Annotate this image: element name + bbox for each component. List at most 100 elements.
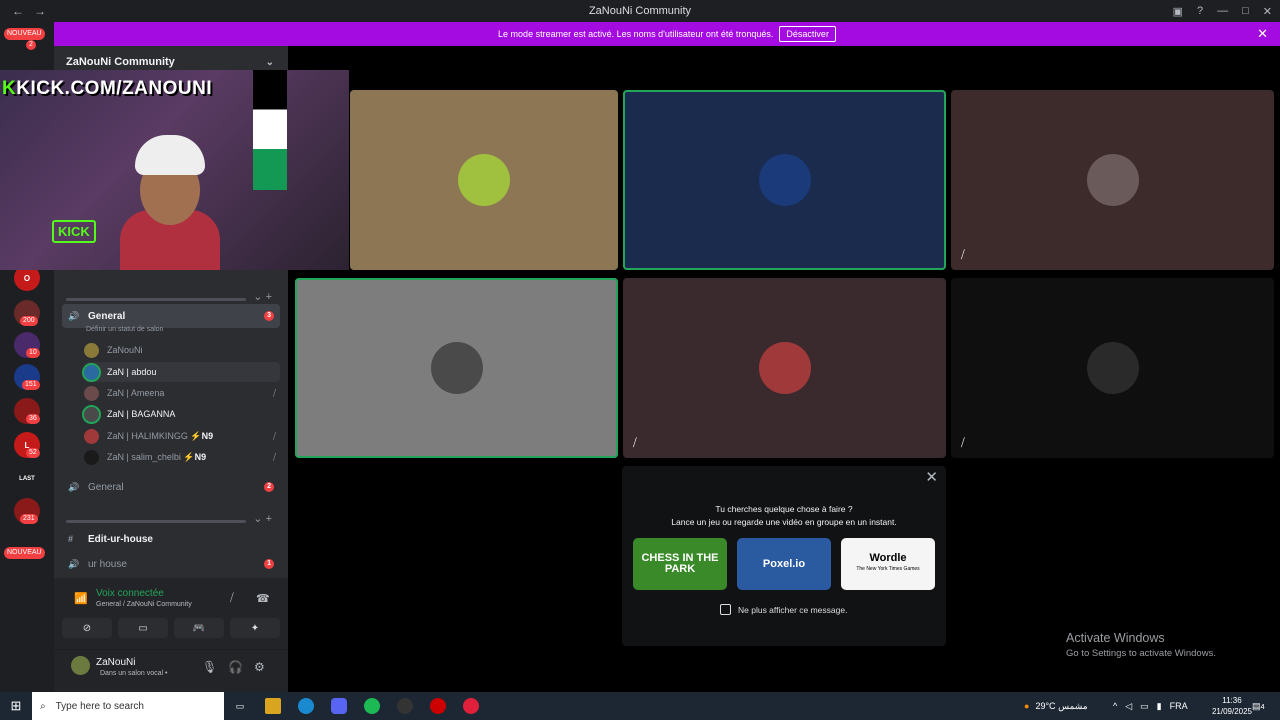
dont-show-checkbox[interactable]: Ne plus afficher ce message. (720, 604, 847, 615)
game-poxel[interactable]: Poxel.io (737, 538, 831, 590)
server-badge: 151 (22, 380, 40, 390)
checkbox[interactable] (720, 604, 731, 615)
taskbar-search[interactable]: ⌕ Type here to search (32, 692, 224, 720)
channel-status[interactable]: Définir un statut de salon (86, 326, 163, 333)
add-channel-icon[interactable]: ⌄ + (253, 290, 272, 303)
voice-user[interactable]: ZaNouNi (84, 340, 280, 360)
voice-connected-label[interactable]: Voix connectée (96, 588, 164, 599)
forward-button[interactable]: → (34, 4, 46, 18)
headphones-icon[interactable]: 🎧 (228, 660, 243, 674)
network-icon[interactable]: ▭ (1140, 701, 1149, 712)
server-badge: 200 (20, 316, 38, 326)
voice-channel-general[interactable]: 🔊 General 3 (62, 304, 280, 328)
kick-overlay: KKICK.COM/ZANOUNI (2, 78, 213, 99)
chevron-up-icon[interactable]: ^ (1113, 701, 1117, 711)
voice-location[interactable]: General / ZaNouNi Community (96, 601, 192, 608)
avatar[interactable] (71, 656, 90, 675)
speaker-icon[interactable]: ◁ (1125, 701, 1132, 712)
video-tile[interactable] (350, 90, 618, 270)
avatar (1086, 342, 1139, 394)
user-panel: ZaNouNi Dans un salon vocal • 🎙 🎧 ⚙ (54, 650, 288, 692)
muted-icon: ⧸ (272, 430, 276, 441)
taskbar: ⊞ ⌕ Type here to search ▭ ● 29°C مشمس ^ … (0, 692, 1280, 720)
person-cap (135, 135, 205, 175)
channel-count: 1 (264, 559, 274, 569)
disable-streamer-button[interactable]: Désactiver (779, 26, 836, 42)
windows-start-icon[interactable]: ⊞ (0, 698, 32, 714)
video-tile[interactable]: ⧸ (623, 278, 946, 458)
activity-button[interactable]: 🎮 (174, 618, 224, 638)
voice-user[interactable]: ZaN | BAGANNA (82, 404, 280, 424)
voice-user[interactable]: ZaN | Ameena ⧸ (84, 383, 280, 403)
muted-icon: ⧸ (633, 437, 637, 449)
voice-user[interactable]: ZaN | HALIMKINGG ⚡N9 ⧸ (84, 426, 280, 446)
noise-suppression-icon[interactable]: ⧸ (230, 592, 234, 605)
task-view-icon[interactable]: ▭ (232, 698, 248, 714)
muted-icon: ⧸ (961, 249, 965, 261)
app-icon[interactable] (397, 698, 413, 714)
category-header[interactable]: ⌄ + (66, 512, 276, 527)
disconnect-icon[interactable]: ☎ (256, 592, 270, 605)
clock[interactable]: 11:36 21/09/2025 (1212, 695, 1252, 717)
weather-widget[interactable]: ● 29°C مشمس (1024, 692, 1088, 720)
avatar (430, 342, 483, 394)
microphone-icon[interactable]: ▮ (1157, 701, 1162, 712)
app-icon[interactable] (430, 698, 446, 714)
close-icon[interactable]: ✕ (925, 468, 938, 486)
system-tray: ^ ◁ ▭ ▮ FRA (1113, 692, 1188, 720)
avatar (758, 342, 811, 394)
server-icon[interactable]: LAST (14, 466, 40, 492)
discord-icon[interactable] (331, 698, 347, 714)
channel-name: General (88, 310, 126, 322)
gear-icon[interactable]: ⚙ (254, 660, 265, 674)
voice-channel-urhouse[interactable]: 🔊 ur house 1 (62, 552, 280, 576)
language-indicator[interactable]: FRA (1170, 701, 1188, 711)
server-badge: 2 (26, 40, 36, 50)
voice-user[interactable]: ZaN | abdou (82, 362, 280, 382)
server-badge: 231 (20, 514, 38, 524)
speaker-icon: 🔊 (68, 558, 80, 569)
screen-share-button[interactable]: ▭ (118, 618, 168, 638)
chevron-down-icon: ⌄ (265, 56, 274, 68)
video-tile[interactable]: ⧸ (951, 278, 1274, 458)
channel-name: Edit-ur-house (88, 533, 153, 545)
close-button[interactable]: ✕ (1263, 5, 1272, 18)
signal-icon: 📶 (74, 593, 88, 605)
voice-channel-general-2[interactable]: 🔊 General 2 (62, 475, 280, 499)
soundboard-button[interactable]: ✦ (230, 618, 280, 638)
maximize-button[interactable]: □ (1242, 5, 1249, 17)
game-wordle[interactable]: Wordle The New York Times Games (841, 538, 935, 590)
avatar (84, 342, 99, 358)
text-channel-edit[interactable]: # Edit-ur-house (62, 527, 280, 551)
microphone-icon[interactable]: 🎙 (202, 660, 217, 674)
channel-name: General (88, 481, 124, 493)
game-chess-in-the-park[interactable]: CHESS IN THE PARK (633, 538, 727, 590)
file-explorer-icon[interactable] (265, 698, 281, 714)
minimize-button[interactable]: — (1217, 5, 1228, 17)
video-tile[interactable] (295, 278, 618, 458)
avatar (82, 404, 101, 424)
camera-off-button[interactable]: ⊘ (62, 618, 112, 638)
spotify-icon[interactable] (364, 698, 380, 714)
avatar (84, 385, 99, 401)
notification-icon[interactable]: ▤ 4 (1252, 692, 1265, 720)
add-channel-icon[interactable]: ⌄ + (253, 512, 272, 525)
edge-icon[interactable] (298, 698, 314, 714)
avatar (458, 154, 510, 206)
channel-name: ur house (88, 558, 127, 570)
suggestion-title: Tu cherches quelque chose à faire ? (715, 504, 853, 514)
help-icon[interactable]: ? (1197, 5, 1203, 17)
new-badge: NOUVEAU (4, 28, 45, 40)
banner-close-icon[interactable]: ✕ (1257, 26, 1268, 42)
video-tile[interactable] (623, 90, 946, 270)
avatar (84, 428, 99, 444)
username[interactable]: ZaNouNi (96, 657, 135, 668)
voice-user[interactable]: ZaN | salim_chelbi ⚡N9 ⧸ (84, 447, 280, 467)
inbox-icon[interactable]: ▣ (1173, 5, 1183, 18)
video-tile[interactable]: ⧸ (951, 90, 1274, 270)
flag-image (253, 70, 287, 190)
server-badge: 10 (26, 348, 40, 358)
app-icon[interactable] (463, 698, 479, 714)
back-button[interactable]: ← (12, 4, 24, 18)
avatar (758, 154, 811, 206)
